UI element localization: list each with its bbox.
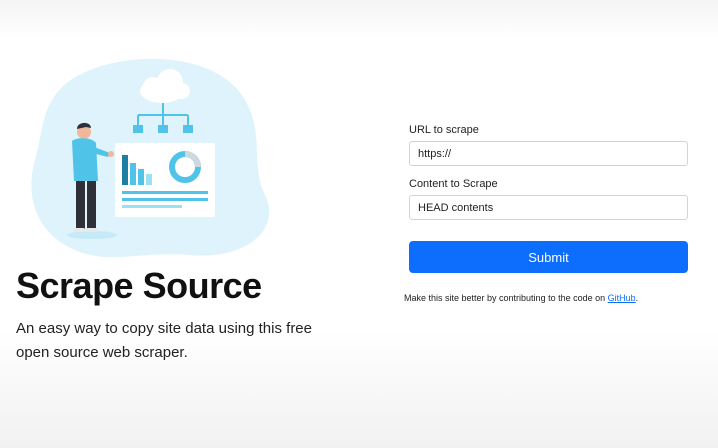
submit-button[interactable]: Submit [409,241,688,273]
contribute-note: Make this site better by contributing to… [404,293,638,303]
scrape-form: URL to scrape Content to Scrape Submit [409,124,689,273]
dashboard-illustration [115,143,215,217]
url-input[interactable] [409,141,688,166]
url-label: URL to scrape [409,124,479,136]
content-label: Content to Scrape [409,178,498,190]
content-input[interactable] [409,195,688,220]
page-subtitle: An easy way to copy site data using this… [16,320,312,361]
contribute-text: Make this site better by contributing to… [404,293,608,303]
contribute-end: . [635,293,639,303]
github-link[interactable]: GitHub [608,293,636,303]
page-title: Scrape Source [16,265,262,306]
hero-illustration [31,58,270,258]
